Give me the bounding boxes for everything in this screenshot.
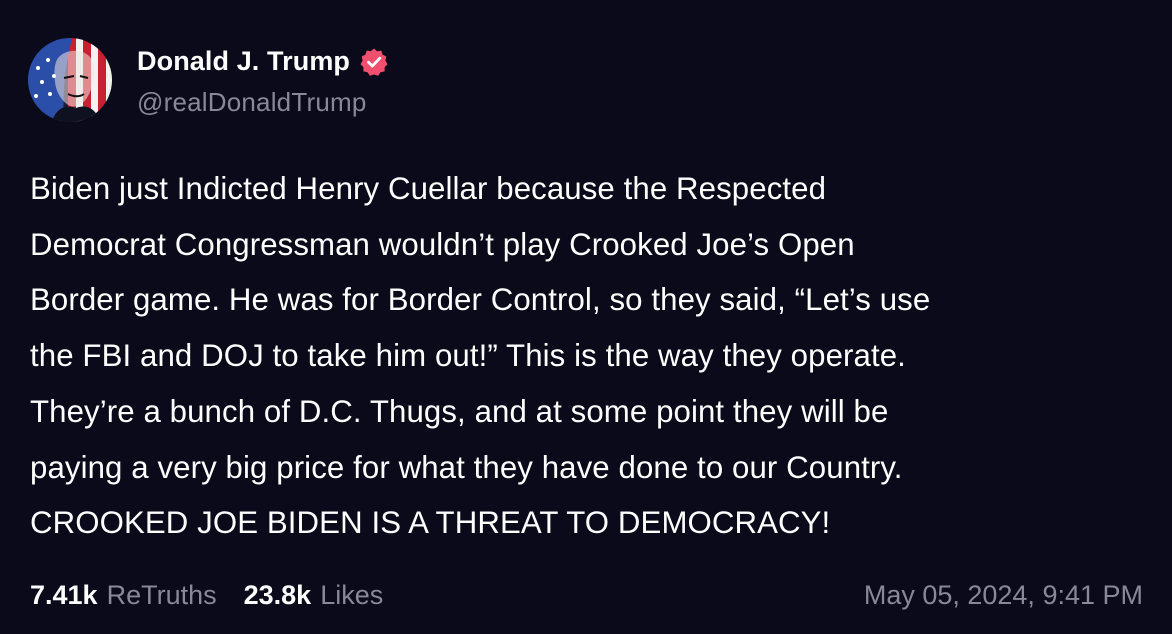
name-row: Donald J. Trump — [137, 43, 389, 81]
post-card: Donald J. Trump @realDonaldTrump Biden j… — [0, 0, 1172, 634]
post-stats: 7.41k ReTruths 23.8k Likes — [30, 580, 383, 611]
author-identity: Donald J. Trump @realDonaldTrump — [137, 43, 389, 118]
post-timestamp[interactable]: May 05, 2024, 9:41 PM — [864, 580, 1143, 611]
likes-label: Likes — [320, 579, 384, 610]
retruths-count: 7.41k — [30, 579, 98, 610]
retruths-label: ReTruths — [106, 579, 217, 610]
display-name[interactable]: Donald J. Trump — [137, 46, 350, 77]
likes-stat[interactable]: 23.8k Likes — [244, 580, 384, 611]
verified-badge-icon — [359, 47, 389, 77]
retruths-stat[interactable]: 7.41k ReTruths — [30, 580, 217, 611]
author-handle[interactable]: @realDonaldTrump — [137, 87, 389, 118]
post-header: Donald J. Trump @realDonaldTrump — [28, 38, 389, 122]
post-text: Biden just Indicted Henry Cuellar becaus… — [30, 171, 931, 541]
likes-count: 23.8k — [243, 579, 312, 610]
avatar-image — [28, 38, 112, 122]
post-footer: 7.41k ReTruths 23.8k Likes May 05, 2024,… — [30, 574, 1143, 616]
avatar[interactable] — [28, 38, 112, 122]
